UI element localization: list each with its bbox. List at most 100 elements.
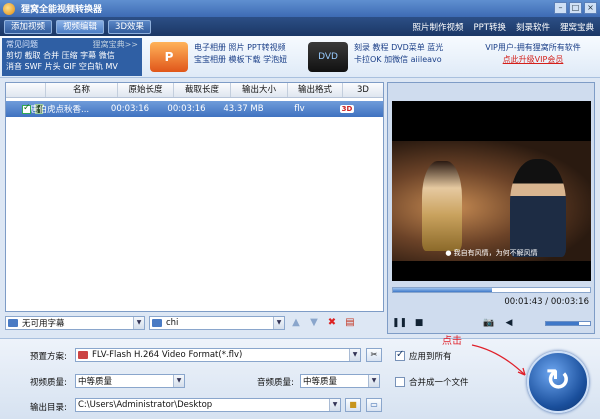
video-quality-select[interactable]: 中等质量 ▼ <box>75 374 185 388</box>
column-header-name[interactable]: 名称 <box>46 83 118 97</box>
output-dir-label: 输出目录: <box>30 403 67 413</box>
table-row[interactable]: 唐伯虎点秋香... 00:03:16 00:03:16 43.37 MB flv… <box>6 101 383 117</box>
minimize-icon[interactable]: – <box>554 2 567 14</box>
file-list-panel: 名称 原始长度 截取长度 输出大小 输出格式 3D 唐伯虎点秋香... 00:0… <box>5 82 384 312</box>
column-header-check <box>6 83 46 97</box>
column-header-original-length[interactable]: 原始长度 <box>118 83 174 97</box>
vip-upgrade-link[interactable]: 点此升级VIP会员 <box>468 54 598 66</box>
pause-icon[interactable]: ❚❚ <box>392 316 407 330</box>
link-guide[interactable]: 狸窝宝典 <box>560 21 594 33</box>
delete-icon[interactable]: ✖ <box>325 316 339 330</box>
convert-icon: ↻ <box>545 363 571 398</box>
chevron-down-icon[interactable]: ▼ <box>349 349 360 361</box>
volume-slider[interactable] <box>545 320 591 326</box>
link-ppt-convert[interactable]: PPT转换 <box>474 21 506 33</box>
time-readout: 00:01:43 / 00:03:16 <box>504 297 589 307</box>
3d-effect-button[interactable]: 3D效果 <box>108 19 151 34</box>
link-photo-to-video[interactable]: 照片制作视频 <box>413 21 464 33</box>
vip-text: VIP用户-拥有狸窝所有软件 <box>485 43 581 52</box>
video-edit-button[interactable]: 视频编辑 <box>56 19 105 34</box>
browse-folder-icon[interactable]: ▭ <box>366 398 382 412</box>
current-time: 00:01:43 <box>504 297 543 307</box>
folder-open-icon[interactable]: ■ <box>345 398 361 412</box>
promo-line[interactable]: 刻录 教程 DVD菜单 蓝光 <box>354 42 464 54</box>
preset-settings-icon[interactable]: ✂ <box>366 348 382 362</box>
camera-icon[interactable]: 📷 <box>482 316 496 330</box>
original-length: 00:03:16 <box>110 104 150 114</box>
total-time: 00:03:16 <box>550 297 589 307</box>
preset-select[interactable]: FLV-Flash H.264 Video Format(*.flv) ▼ <box>75 348 361 362</box>
move-up-icon[interactable]: ▲ <box>289 316 303 330</box>
3d-icon[interactable]: 3D <box>339 105 355 113</box>
preset-label: 预置方案: <box>30 352 67 362</box>
progress-fill <box>393 288 492 292</box>
apply-all-label: 应用到所有 <box>409 352 452 362</box>
audio-quality-select[interactable]: 中等质量 ▼ <box>300 374 380 388</box>
promo-line[interactable]: 电子相册 照片 PPT转视频 <box>194 42 304 54</box>
apply-all-checkbox[interactable]: 应用到所有 <box>395 349 452 362</box>
maximize-icon[interactable]: □ <box>569 2 582 14</box>
app-logo-icon <box>3 2 15 15</box>
audio-track-icon <box>152 319 162 327</box>
table-header: 名称 原始长度 截取长度 输出大小 输出格式 3D <box>6 83 383 98</box>
preset-value: FLV-Flash H.264 Video Format(*.flv) <box>92 350 243 360</box>
row-checkbox[interactable] <box>22 104 31 114</box>
chevron-down-icon[interactable]: ▼ <box>368 375 379 387</box>
move-down-icon[interactable]: ▼ <box>307 316 321 330</box>
player-controls: ❚❚ ■ 📷 ◀ <box>392 315 591 331</box>
chevron-down-icon[interactable]: ▼ <box>273 317 284 329</box>
volume-fill <box>546 321 579 325</box>
column-header-output-size[interactable]: 输出大小 <box>231 83 288 97</box>
output-dir-input[interactable]: C:\Users\Administrator\Desktop ▼ <box>75 398 341 412</box>
video-quality-value: 中等质量 <box>78 377 113 387</box>
column-header-output-format[interactable]: 输出格式 <box>288 83 343 97</box>
stop-icon[interactable]: ■ <box>412 316 426 330</box>
file-name: 唐伯虎点秋香... <box>30 105 90 115</box>
apply-all-check[interactable] <box>395 349 405 361</box>
promo-line[interactable]: 宝宝相册 模板下载 学泡妞 <box>194 54 304 66</box>
preview-panel: ● 我自有风情，为何不解风情 00:01:43 / 00:03:16 ❚❚ ■ … <box>387 82 595 334</box>
faq-more-link[interactable]: 狸窝宝典>> <box>93 39 138 50</box>
faq-links-1[interactable]: 剪切 截取 合并 压缩 字幕 微信 <box>6 50 138 61</box>
merge-checkbox[interactable]: 合并成一个文件 <box>395 376 469 388</box>
output-dir-value: C:\Users\Administrator\Desktop <box>78 400 213 410</box>
chevron-down-icon[interactable]: ▼ <box>329 399 340 411</box>
promo-photo-album[interactable]: 电子相册 照片 PPT转视频 宝宝相册 模板下载 学泡妞 <box>194 38 304 76</box>
subtitle-select[interactable]: 无可用字幕 ▼ <box>5 316 145 330</box>
audio-quality-value: 中等质量 <box>303 377 338 387</box>
promo-burn[interactable]: 刻录 教程 DVD菜单 蓝光 卡拉OK 加微信 aiileavo <box>354 38 464 76</box>
merge-label: 合并成一个文件 <box>409 378 469 388</box>
clear-list-icon[interactable]: ▤ <box>343 316 357 330</box>
promo-line[interactable]: 卡拉OK 加微信 aiileavo <box>354 54 464 66</box>
add-video-button[interactable]: 添加视频 <box>4 19 53 34</box>
video-subtitle: ● 我自有风情，为何不解风情 <box>445 249 538 257</box>
top-links: 照片制作视频 PPT转换 刻录软件 狸窝宝典 <box>413 17 595 36</box>
volume-icon[interactable]: ◀ <box>502 316 516 330</box>
chevron-down-icon[interactable]: ▼ <box>173 375 184 387</box>
video-preview[interactable]: ● 我自有风情，为何不解风情 <box>392 101 591 281</box>
ppt-icon[interactable]: P <box>150 42 188 72</box>
link-burn-software[interactable]: 刻录软件 <box>516 21 550 33</box>
chevron-down-icon[interactable]: ▼ <box>133 317 144 329</box>
faq-title: 常见问题 <box>6 40 38 49</box>
output-format: flv <box>294 104 305 114</box>
annotation-arrow-icon <box>471 344 526 376</box>
audio-track-select[interactable]: chi ▼ <box>149 316 285 330</box>
faq-links-2[interactable]: 消音 SWF 片头 GIF 空白轨 MV <box>6 61 138 72</box>
dvd-icon[interactable]: DVD <box>308 42 348 72</box>
column-header-trim-length[interactable]: 截取长度 <box>174 83 231 97</box>
vip-box: VIP用户-拥有狸窝所有软件 点此升级VIP会员 <box>468 38 598 76</box>
video-frame-image <box>392 141 591 261</box>
trim-length: 00:03:16 <box>167 104 206 114</box>
video-quality-label: 视频质量: <box>30 378 67 388</box>
title-bar: 狸窝全能视频转换器 – □ × <box>0 0 600 17</box>
convert-button[interactable]: ↻ <box>527 351 589 413</box>
column-header-3d[interactable]: 3D <box>343 83 383 97</box>
click-annotation: 点击 <box>442 336 462 347</box>
close-icon[interactable]: × <box>584 2 597 14</box>
flv-icon <box>78 351 88 359</box>
merge-check[interactable] <box>395 377 405 387</box>
subtitle-audio-bar: 无可用字幕 ▼ chi ▼ ▲ ▼ ✖ ▤ <box>5 313 384 333</box>
progress-slider[interactable] <box>392 287 591 293</box>
app-title: 狸窝全能视频转换器 <box>21 5 103 15</box>
